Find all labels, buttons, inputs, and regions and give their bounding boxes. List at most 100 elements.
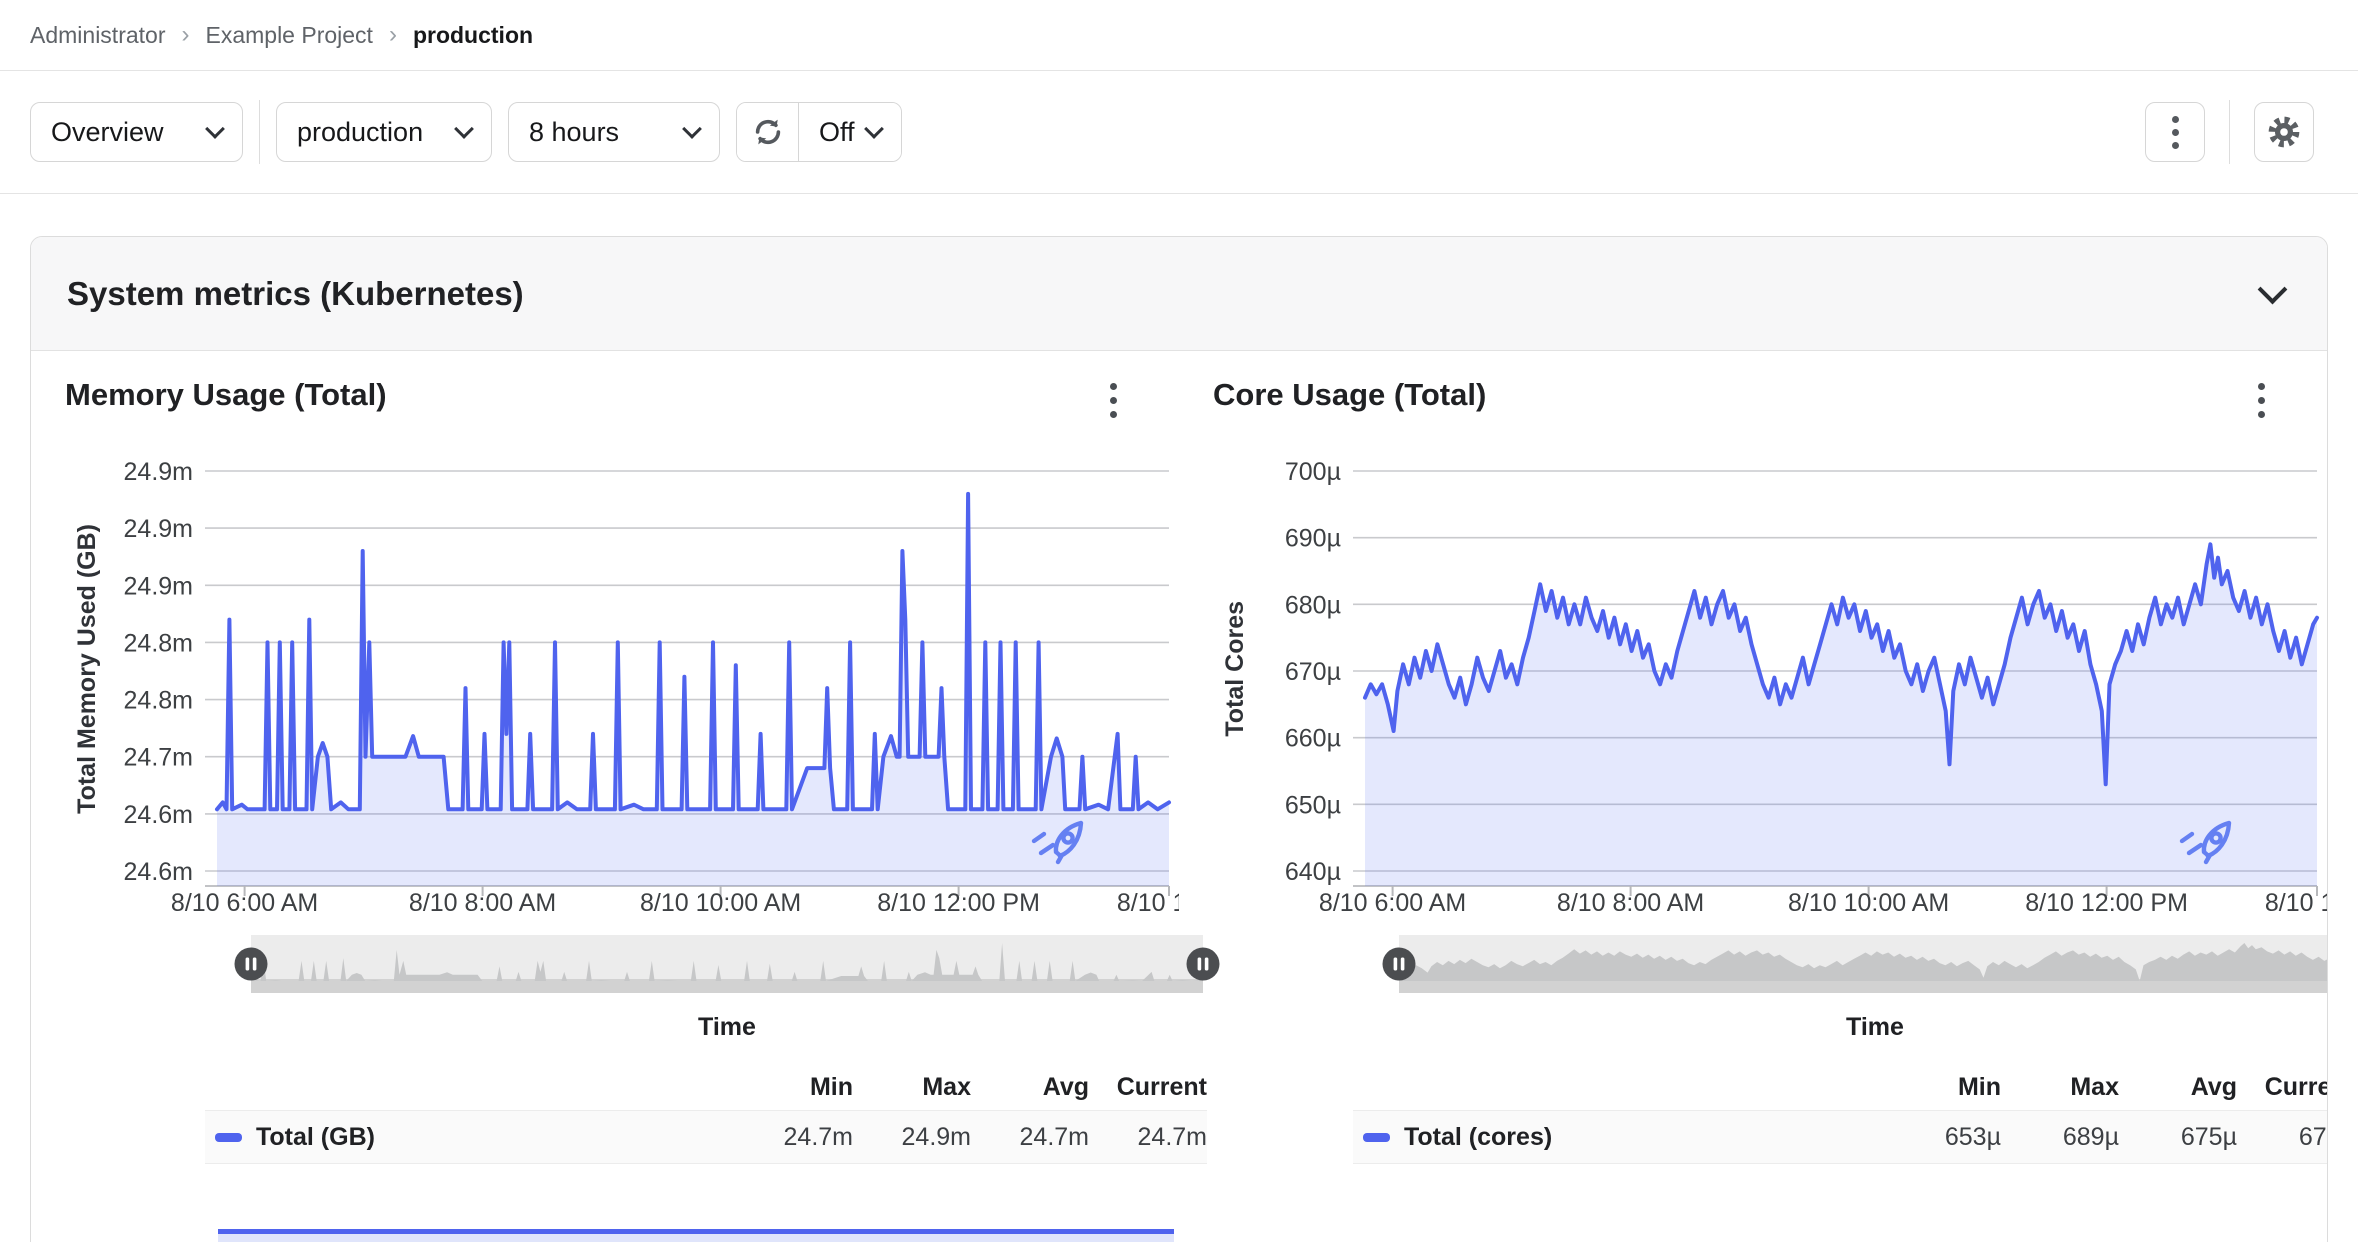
series-name: Total (cores) [1404,1122,1553,1151]
chart-body: Total Cores 700µ 690µ 680µ 670µ 660µ 650µ 640µ… [1213,459,2328,929]
next-chart-peek [218,1229,1174,1242]
svg-text:640µ: 640µ [1285,858,1341,886]
toolbar: Overview production 8 hours Off [0,71,2358,194]
series-name: Total (GB) [256,1122,375,1151]
panel-title: System metrics (Kubernetes) [67,274,524,312]
charts-row: Memory Usage (Total) Total Memory Used (… [31,351,2327,1164]
svg-text:24.9m: 24.9m [124,572,193,600]
y-axis-title: Total Cores [1220,601,1249,737]
legend-header-row: Min Max Avg Current [1353,1056,2327,1110]
chart-body: Total Memory Used (GB) 24.9m 24.9m 24.9m 24… [65,459,1180,929]
svg-text:8/10 12:00 PM: 8/10 12:00 PM [2025,889,2188,917]
chart-menu-button[interactable] [2252,377,2271,424]
series-max: 24.9m [901,1122,971,1151]
series-max: 689µ [2062,1122,2119,1151]
chevron-down-icon [863,119,884,139]
settings-button[interactable] [2254,102,2314,162]
core-usage-chart[interactable]: 700µ 690µ 680µ 670µ 660µ 650µ 640µ 8/10 6:00 AM… [1257,459,2327,929]
kebab-icon [2258,383,2265,390]
svg-text:8/10 6:00 AM: 8/10 6:00 AM [1319,889,1466,917]
svg-text:8/10 12:00 PM: 8/10 12:00 PM [877,889,1040,917]
view-select-label: Overview [51,116,164,147]
svg-text:24.7m: 24.7m [124,744,193,772]
time-range-select[interactable]: 8 hours [508,102,720,162]
series-avg: 24.7m [1019,1122,1089,1151]
toolbar-divider [2229,100,2230,164]
toolbar-right [2145,100,2314,164]
toolbar-left: Overview production 8 hours Off [30,100,902,164]
breadcrumb-item-project[interactable]: Example Project [205,22,372,49]
environment-select[interactable]: production [276,102,492,162]
breadcrumb-item-current: production [412,21,534,48]
kebab-icon [2171,115,2179,123]
refresh-button[interactable] [737,103,799,161]
svg-text:8/10 10:00 AM: 8/10 10:00 AM [1788,889,1949,917]
breadcrumb: Administrator › Example Project › produc… [0,0,2358,71]
svg-text:8/10 6:00 AM: 8/10 6:00 AM [171,889,318,917]
svg-text:24.6m: 24.6m [124,801,193,829]
chart-menu-button[interactable] [1104,377,1123,424]
toolbar-divider [259,100,260,164]
x-axis-title: Time [1846,1013,1904,1041]
refresh-icon [755,119,780,145]
series-avg: 675µ [2180,1122,2237,1151]
brush-handle-left[interactable] [232,945,270,983]
core-usage-card: Core Usage (Total) Total Cores 700µ 690µ 6… [1179,377,2327,1164]
refresh-group: Off [736,102,902,162]
breadcrumb-item-administrator[interactable]: Administrator [30,22,165,49]
view-select[interactable]: Overview [30,102,243,162]
series-min: 24.7m [783,1122,853,1151]
memory-usage-chart[interactable]: 24.9m 24.9m 24.9m 24.8m 24.8m 24.7m 24.6m 24.6m… [109,459,1179,929]
legend-series-row[interactable]: Total (GB) 24.7m 24.9m 24.7m 24.7m [205,1110,1207,1164]
svg-text:700µ: 700µ [1285,459,1341,486]
svg-text:24.6m: 24.6m [124,858,193,886]
svg-text:8/10 8:00 AM: 8/10 8:00 AM [409,889,556,917]
svg-text:24.8m: 24.8m [124,629,193,657]
dashboard-page: Administrator › Example Project › produc… [0,0,2358,1242]
system-metrics-panel: System metrics (Kubernetes) Memory Usage… [30,236,2328,1242]
card-header: Core Usage (Total) [1213,377,2327,429]
kebab-icon [1110,383,1117,390]
legend-table: Min Max Avg Current Total (GB) 24.7m 24.… [205,1056,1207,1164]
time-brush[interactable] [1382,935,2328,993]
y-axis-title: Total Memory Used (GB) [72,524,101,814]
svg-text:8/10 1:46: 8/10 1:46 [1117,889,1179,917]
chevron-down-icon [205,119,225,139]
collapse-chevron-icon[interactable] [2257,274,2288,305]
legend-header-row: Min Max Avg Current [205,1056,1207,1110]
memory-usage-card: Memory Usage (Total) Total Memory Used (… [31,377,1220,1164]
legend-col-max: Max [2070,1073,2119,1101]
breadcrumb-separator-icon: › [388,21,397,48]
series-swatch [215,1132,242,1142]
card-header: Memory Usage (Total) [65,377,1179,429]
chevron-down-icon [454,119,474,139]
svg-text:680µ: 680µ [1285,591,1341,619]
legend-col-min: Min [1957,1073,2001,1101]
time-range-select-label: 8 hours [529,116,620,147]
svg-text:660µ: 660µ [1285,725,1341,753]
series-current: 677µ [2298,1122,2327,1151]
legend-col-avg: Avg [2190,1073,2237,1101]
breadcrumb-separator-icon: › [181,21,190,48]
svg-text:24.9m: 24.9m [124,515,193,543]
svg-text:24.8m: 24.8m [124,687,193,715]
brush-minimap[interactable] [251,935,1203,993]
more-options-button[interactable] [2145,102,2205,162]
svg-text:8/10 10:00 AM: 8/10 10:00 AM [640,889,801,917]
brush-handle-left[interactable] [1380,945,1418,983]
refresh-interval-label: Off [819,116,855,147]
panel-header[interactable]: System metrics (Kubernetes) [31,237,2327,351]
svg-text:24.9m: 24.9m [124,459,193,486]
chevron-down-icon [682,119,702,139]
legend-series-row[interactable]: Total (cores) 653µ 689µ 675µ 677µ [1353,1110,2327,1164]
environment-select-label: production [297,116,424,147]
refresh-interval-select[interactable]: Off [799,103,901,161]
time-brush[interactable] [234,935,1220,993]
x-axis-title: Time [698,1013,756,1041]
svg-text:690µ: 690µ [1285,525,1341,553]
brush-minimap[interactable] [1399,935,2328,993]
gear-icon [2268,116,2300,148]
legend-table: Min Max Avg Current Total (cores) 653µ 6… [1353,1056,2327,1164]
legend-col-avg: Avg [1042,1073,1089,1101]
chart-title: Memory Usage (Total) [65,377,387,412]
